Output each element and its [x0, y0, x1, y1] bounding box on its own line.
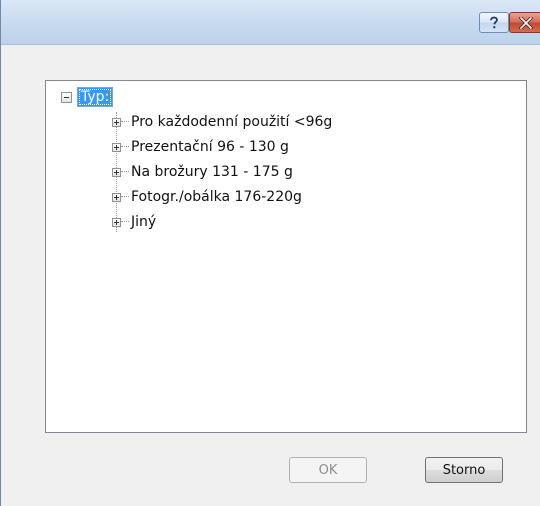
- ok-button[interactable]: OK: [289, 457, 367, 483]
- tree-item-fotogr-obalka[interactable]: Fotogr./obálka 176-220g: [112, 186, 302, 208]
- tree-item-pro-kazdodenni[interactable]: Pro každodenní použití <96g: [112, 111, 332, 133]
- expand-icon[interactable]: [112, 192, 121, 202]
- tree-item-label[interactable]: Prezentační 96 - 130 g: [131, 139, 289, 155]
- tree-root-label[interactable]: Typ:: [77, 87, 114, 107]
- tree-item-na-brozury[interactable]: Na brožury 131 - 175 g: [112, 161, 293, 183]
- tree-root-row[interactable]: Typ:: [61, 86, 114, 108]
- close-x-icon: [519, 16, 533, 29]
- collapse-icon[interactable]: [61, 91, 72, 103]
- dialog-window: Typ: Pro každodenní použití <96g Prezent…: [0, 0, 540, 506]
- tree-item-jiny[interactable]: Jiný: [112, 211, 156, 233]
- expand-icon[interactable]: [112, 217, 121, 227]
- expand-icon[interactable]: [112, 167, 121, 177]
- close-button[interactable]: [509, 12, 540, 33]
- tree-item-label[interactable]: Jiný: [131, 214, 156, 230]
- expand-icon[interactable]: [112, 142, 121, 152]
- question-mark-icon: [488, 16, 500, 30]
- expand-icon[interactable]: [112, 117, 121, 127]
- tree-item-label[interactable]: Na brožury 131 - 175 g: [131, 164, 293, 180]
- cancel-button[interactable]: Storno: [425, 457, 503, 483]
- help-button[interactable]: [479, 12, 509, 33]
- title-bar[interactable]: [1, 0, 540, 45]
- tree-item-prezentacni[interactable]: Prezentační 96 - 130 g: [112, 136, 289, 158]
- tree-item-label[interactable]: Fotogr./obálka 176-220g: [131, 189, 302, 205]
- tree-item-label[interactable]: Pro každodenní použití <96g: [131, 114, 332, 130]
